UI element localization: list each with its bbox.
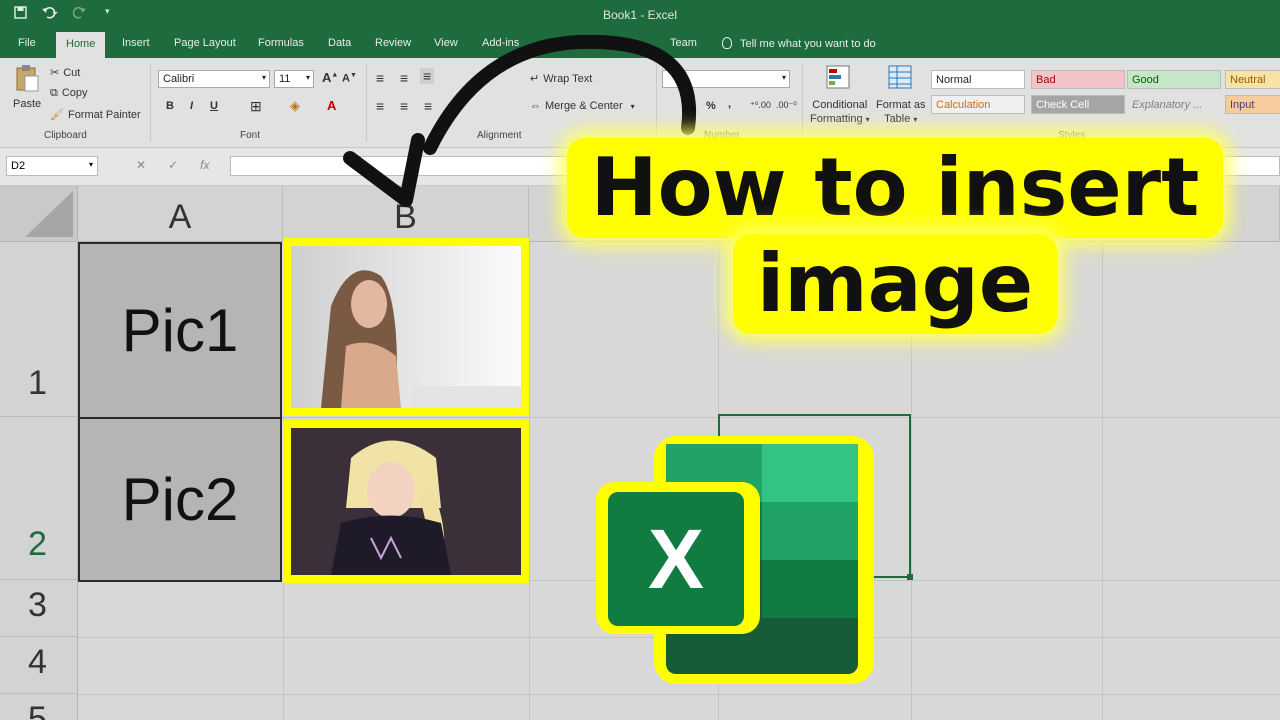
name-box[interactable]: D2 ▾ bbox=[6, 156, 98, 176]
clipboard-group-label: Clipboard bbox=[44, 130, 87, 141]
format-as-table-icon[interactable] bbox=[888, 64, 914, 92]
cut-button[interactable]: ✂ Cut bbox=[50, 66, 80, 79]
tell-me-search[interactable]: Tell me what you want to do bbox=[722, 37, 876, 50]
excel-window: ▾ Book1 - Excel File Home Insert Page La… bbox=[0, 0, 1280, 720]
cancel-icon[interactable]: ✕ bbox=[136, 158, 146, 172]
fx-icon[interactable]: fx bbox=[200, 158, 209, 172]
italic-button[interactable]: I bbox=[190, 100, 193, 112]
excel-logo-icon: X bbox=[596, 430, 876, 690]
video-headline: How to insert image bbox=[560, 138, 1230, 334]
style-calculation[interactable]: Calculation bbox=[931, 95, 1025, 114]
conditional-formatting-button[interactable]: Conditional Formatting ▾ bbox=[810, 98, 870, 127]
excel-logo-letter: X bbox=[648, 512, 704, 606]
inserted-picture-2[interactable] bbox=[283, 420, 529, 583]
underline-button[interactable]: U bbox=[210, 100, 218, 112]
copy-button[interactable]: ⧉ Copy bbox=[50, 87, 88, 100]
animated-character-image bbox=[291, 428, 521, 575]
style-check-cell[interactable]: Check Cell bbox=[1031, 95, 1125, 114]
fill-color-icon[interactable]: ◈ bbox=[290, 98, 300, 114]
increase-decimal-icon[interactable]: ⁺⁰.00 bbox=[750, 100, 771, 111]
fill-handle[interactable] bbox=[907, 574, 913, 580]
window-title: Book1 - Excel bbox=[602, 8, 678, 22]
row-header-1[interactable]: 1 bbox=[0, 242, 78, 417]
tab-home[interactable]: Home bbox=[56, 32, 106, 58]
formula-actions: ✕ ✓ fx bbox=[136, 158, 209, 172]
bold-button[interactable]: B bbox=[166, 100, 174, 112]
row-header-4[interactable]: 4 bbox=[0, 637, 78, 694]
comma-button[interactable]: , bbox=[728, 98, 731, 110]
scissors-icon: ✂ bbox=[50, 67, 60, 79]
style-input[interactable]: Input bbox=[1225, 95, 1280, 114]
chevron-down-icon: ▾ bbox=[88, 160, 93, 169]
style-good[interactable]: Good bbox=[1127, 70, 1221, 89]
column-header-a[interactable]: A bbox=[78, 186, 283, 242]
select-all-corner[interactable] bbox=[0, 186, 78, 242]
chevron-down-icon: ▾ bbox=[305, 73, 310, 82]
chevron-down-icon: ▾ bbox=[261, 73, 266, 82]
group-separator bbox=[150, 64, 151, 142]
inserted-picture-1[interactable] bbox=[283, 238, 529, 416]
format-painter-button[interactable]: 🖌 Format Painter bbox=[50, 108, 141, 121]
row-header-2[interactable]: 2 bbox=[0, 417, 78, 580]
headline-line-2: image bbox=[732, 234, 1058, 334]
cell-a1[interactable]: Pic1 bbox=[78, 242, 282, 419]
style-bad[interactable]: Bad bbox=[1031, 70, 1125, 89]
style-normal[interactable]: Normal bbox=[931, 70, 1025, 89]
format-as-table-button[interactable]: Format as Table ▾ bbox=[876, 98, 926, 127]
style-explanatory[interactable]: Explanatory ... bbox=[1127, 95, 1221, 114]
cell-a2[interactable]: Pic2 bbox=[78, 417, 282, 582]
borders-icon[interactable]: ⊞ bbox=[250, 98, 262, 115]
lightbulb-icon bbox=[722, 37, 732, 49]
group-separator bbox=[802, 64, 803, 142]
title-bar: ▾ Book1 - Excel bbox=[0, 0, 1280, 30]
decrease-decimal-icon[interactable]: .00⁻⁰ bbox=[776, 100, 797, 111]
copy-icon: ⧉ bbox=[50, 87, 58, 99]
font-size-dropdown[interactable]: 11 ▾ bbox=[274, 70, 314, 88]
tab-formulas[interactable]: Formulas bbox=[258, 37, 304, 49]
paste-button[interactable]: Paste bbox=[13, 98, 41, 110]
tell-me-text: Tell me what you want to do bbox=[740, 38, 876, 50]
portrait-photo-image bbox=[291, 246, 521, 408]
row-header-3[interactable]: 3 bbox=[0, 580, 78, 637]
tab-file[interactable]: File bbox=[18, 37, 36, 49]
enter-icon[interactable]: ✓ bbox=[168, 158, 178, 172]
tab-page-layout[interactable]: Page Layout bbox=[174, 37, 236, 49]
style-neutral[interactable]: Neutral bbox=[1225, 70, 1280, 89]
headline-line-1: How to insert bbox=[566, 138, 1224, 238]
paintbrush-icon: 🖌 bbox=[50, 109, 64, 121]
tab-insert[interactable]: Insert bbox=[122, 37, 150, 49]
font-group-label: Font bbox=[240, 130, 261, 141]
font-name-dropdown[interactable]: Calibri ▾ bbox=[158, 70, 270, 88]
conditional-formatting-icon[interactable] bbox=[826, 64, 852, 92]
chevron-down-icon: ▾ bbox=[781, 73, 786, 82]
paste-icon[interactable] bbox=[14, 64, 40, 92]
row-header-5[interactable]: 5 bbox=[0, 694, 78, 720]
